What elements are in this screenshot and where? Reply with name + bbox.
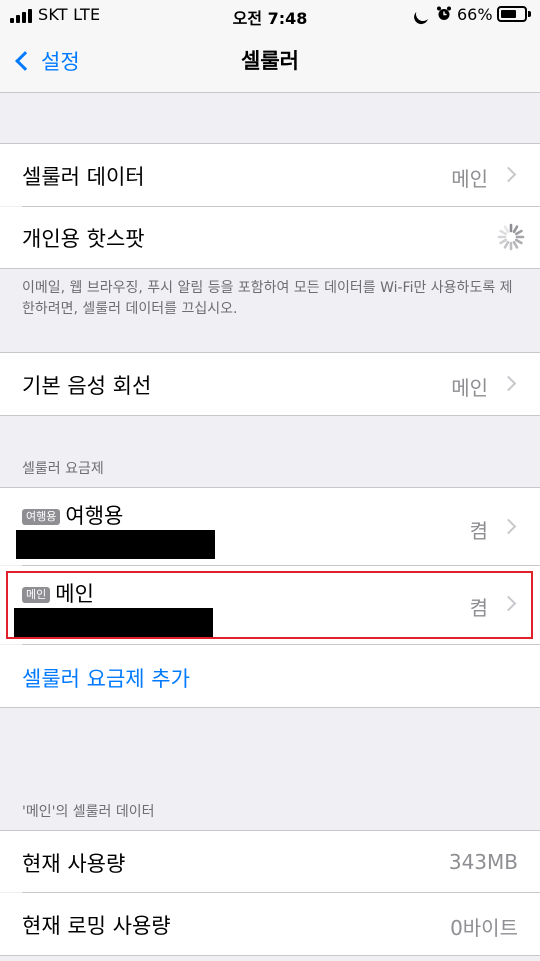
usage-header: '메인'의 셀룰러 데이터 <box>22 804 155 820</box>
chevron-right-icon <box>500 518 517 535</box>
battery-percent: 66% <box>457 5 493 24</box>
alarm-icon <box>437 6 451 20</box>
cellular-data-footer: 이메일, 웹 브라우징, 푸시 알림 등을 포함하여 모든 데이터를 Wi-Fi… <box>22 280 513 317</box>
battery-cap <box>528 11 531 17</box>
default-voice-line-row[interactable]: 기본 음성 회선 메인 <box>0 352 540 416</box>
personal-hotspot-label: 개인용 핫스팟 <box>22 227 145 251</box>
cellular-data-value: 메인 <box>451 167 488 191</box>
cellular-plans-header: 셀룰러 요금제 <box>22 461 104 477</box>
chevron-right-icon <box>500 375 517 392</box>
personal-hotspot-row[interactable]: 개인용 핫스팟 <box>0 207 540 269</box>
roaming-usage-row: 현재 로밍 사용량 0바이트 <box>0 893 540 956</box>
plan-title: 여행용 여행용 <box>22 500 123 530</box>
plan-badge: 여행용 <box>22 509 61 525</box>
highlight-box <box>6 571 533 639</box>
current-period-row: 현재 사용량 343MB <box>0 830 540 892</box>
roaming-usage-label: 현재 로밍 사용량 <box>22 914 171 938</box>
cellular-data-row[interactable]: 셀룰러 데이터 메인 <box>0 143 540 206</box>
redacted-phone-number <box>16 530 215 559</box>
default-voice-line-label: 기본 음성 회선 <box>22 374 152 398</box>
default-voice-line-value: 메인 <box>451 376 488 400</box>
roaming-usage-value: 0바이트 <box>450 916 518 940</box>
plan-name: 여행용 <box>65 504 124 528</box>
current-period-value: 343MB <box>448 850 518 874</box>
battery-fill <box>501 10 516 18</box>
cellular-data-label: 셀룰러 데이터 <box>22 165 145 189</box>
page-title: 셀룰러 <box>241 49 299 73</box>
loading-spinner-icon <box>497 223 525 251</box>
add-cellular-plan-link[interactable]: 셀룰러 요금제 추가 <box>22 663 190 693</box>
add-cellular-plan-row[interactable]: 셀룰러 요금제 추가 <box>0 645 540 708</box>
chevron-right-icon <box>500 166 517 183</box>
current-period-label: 현재 사용량 <box>22 852 126 876</box>
battery-icon <box>497 6 527 22</box>
plan-status: 켬 <box>469 519 488 543</box>
plan-row-travel[interactable]: 여행용 여행용 켬 <box>0 487 540 565</box>
